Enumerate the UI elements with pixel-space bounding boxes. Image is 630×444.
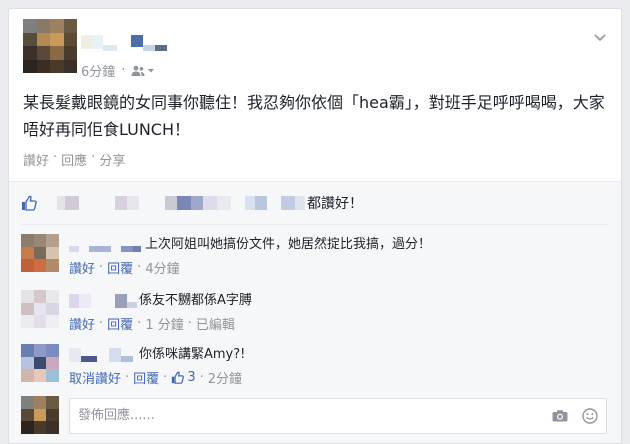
commenter-name[interactable]: [69, 238, 141, 252]
comment-reply-button[interactable]: 回覆: [133, 368, 159, 387]
post-actions: 讚好 · 回應 · 分享: [23, 150, 126, 169]
friends-icon: [131, 65, 145, 76]
thumbs-up-icon: [172, 371, 185, 384]
post-header: 6分鐘 ·: [23, 19, 607, 81]
post-options-chevron-icon[interactable]: [593, 31, 607, 45]
chevron-down-icon: [148, 68, 155, 72]
edited-label[interactable]: 已編輯: [196, 314, 235, 333]
comment-time[interactable]: 1 分鐘: [145, 314, 183, 333]
comment-like-count[interactable]: 3: [171, 370, 196, 385]
liker-names[interactable]: [57, 196, 65, 210]
post-time[interactable]: 6分鐘: [81, 61, 115, 80]
comment-input[interactable]: 發佈回應......: [69, 398, 607, 434]
camera-icon[interactable]: [552, 410, 568, 422]
comment-text: 你係咪講緊Amy?!: [139, 347, 246, 362]
comment-actions: 讚好 · 回覆 · 1 分鐘 · 已編輯: [69, 314, 235, 333]
audience-selector[interactable]: [131, 65, 155, 77]
comment-line: 你係咪講緊Amy?!: [69, 346, 245, 364]
comment-input-placeholder: 發佈回應......: [78, 408, 155, 423]
comment-button[interactable]: 回應: [61, 150, 87, 169]
comment-actions: 讚好 · 回覆 · 4分鐘: [69, 258, 180, 277]
comment-reply-button[interactable]: 回覆: [107, 258, 133, 277]
my-avatar: [21, 396, 59, 434]
comment-line: 係友不嬲都係A字膊: [69, 292, 252, 310]
emoji-icon[interactable]: [582, 408, 598, 424]
author-name[interactable]: [81, 35, 167, 51]
author-avatar[interactable]: [23, 19, 77, 73]
commenter-name[interactable]: [69, 348, 133, 362]
comment-time[interactable]: 2分鐘: [208, 368, 242, 387]
comment-composer: 發佈回應......: [21, 396, 611, 436]
comment-time[interactable]: 4分鐘: [145, 258, 179, 277]
comment-reply-button[interactable]: 回覆: [107, 314, 133, 333]
post-body: 某長髮戴眼鏡的女同事你聽住！我忍夠你依個「hea霸」，對班手足呼呼喝喝，大家唔好…: [23, 93, 605, 139]
likes-suffix: 都讚好！: [307, 196, 363, 212]
share-button[interactable]: 分享: [99, 150, 125, 169]
commenter-avatar[interactable]: [21, 344, 59, 382]
comment-like-button[interactable]: 讚好: [69, 258, 95, 277]
comment-line: 上次阿姐叫她搞份文件，她居然掟比我搞，過分！: [69, 236, 431, 254]
commenter-avatar[interactable]: [21, 234, 59, 272]
post-meta: 6分鐘 ·: [81, 61, 155, 80]
divider: [21, 224, 609, 225]
comment-text: 係友不嬲都係A字膊: [139, 293, 252, 308]
thumbs-up-icon: [22, 195, 37, 211]
feedback-section: 都讚好！ 上次阿姐叫她搞份文件，她居然掟比我搞，過分！ 讚好 · 回覆 · 4分…: [9, 181, 621, 443]
likes-summary: 都讚好！: [21, 190, 363, 216]
comment-actions: 取消讚好 · 回覆 · 3 · 2分鐘: [69, 368, 243, 387]
commenter-avatar[interactable]: [21, 290, 59, 328]
post-card: 6分鐘 · 某長髮戴眼鏡的女同事你聽住！我忍夠你依個「hea霸」，對班手足呼呼喝…: [8, 8, 622, 444]
comment-text: 上次阿姐叫她搞份文件，她居然掟比我搞，過分！: [145, 237, 432, 252]
comment-like-button[interactable]: 讚好: [69, 314, 95, 333]
commenter-name[interactable]: [69, 294, 137, 308]
comment-unlike-button[interactable]: 取消讚好: [69, 368, 121, 387]
like-button[interactable]: 讚好: [23, 150, 49, 169]
